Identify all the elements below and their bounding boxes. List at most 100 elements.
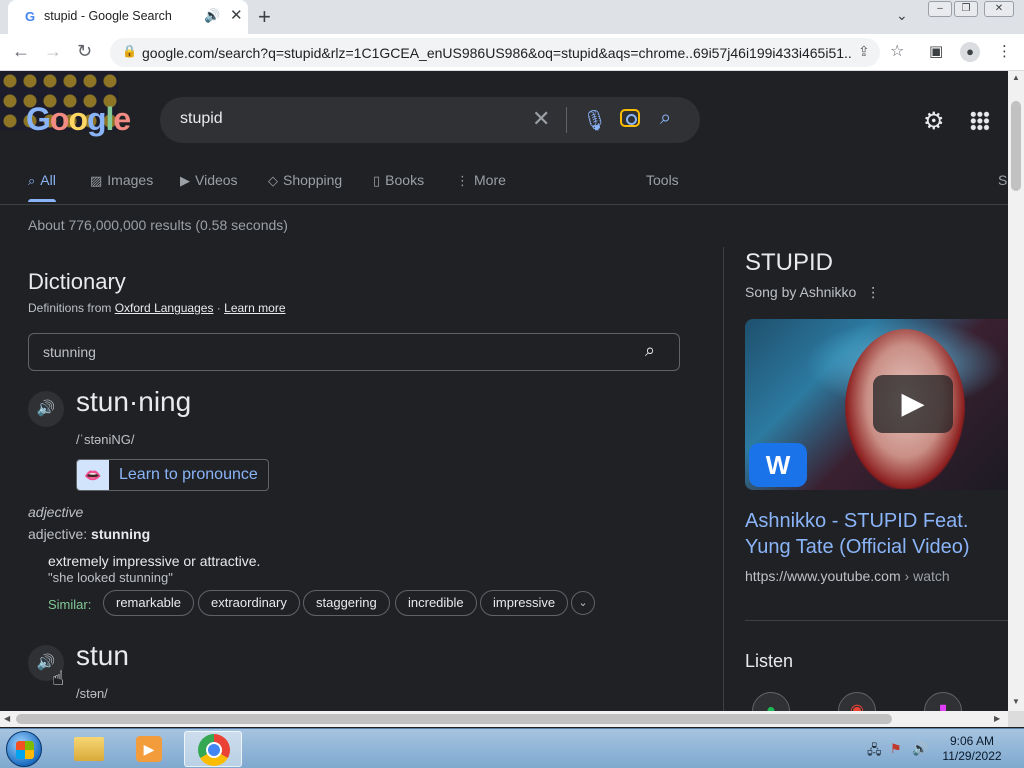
scroll-right-arrow-icon[interactable]: ▶ (994, 714, 1000, 723)
search-icon[interactable]: ⌕ (645, 340, 655, 361)
dictionary-word: stun·ning (76, 386, 192, 417)
vertical-scroll-thumb[interactable] (1011, 101, 1021, 191)
more-options-icon[interactable]: ⋮ (866, 284, 880, 300)
window-close-button[interactable]: ✕ (984, 1, 1014, 17)
chrome-menu-icon[interactable]: ⋮ (997, 42, 1012, 60)
google-lens-icon[interactable] (620, 109, 640, 127)
new-tab-button[interactable]: + (258, 4, 271, 30)
clock-date: 11/29/2022 (942, 749, 1002, 763)
tab-videos[interactable]: ▶ Videos (180, 172, 238, 189)
minimize-button[interactable]: – (928, 1, 952, 17)
clock-time: 9:06 AM (949, 734, 995, 748)
search-box[interactable]: stupid ✕ 🎙 ⌕ (160, 97, 700, 143)
knowledge-panel-subtitle: Song by Ashnikko ⋮ (745, 284, 881, 300)
google-favicon-icon: G (24, 9, 36, 24)
similar-chip[interactable]: staggering (303, 590, 390, 616)
learn-to-pronounce-label: Learn to pronounce (119, 466, 258, 483)
more-dots-icon: ⋮ (456, 173, 469, 188)
taskbar-chrome[interactable] (184, 731, 242, 767)
scrollbar-corner (1008, 711, 1024, 727)
tab-audio-icon[interactable]: 🔊 (204, 8, 220, 24)
search-icon[interactable]: ⌕ (660, 107, 671, 130)
spotify-icon[interactable]: ● (752, 692, 790, 711)
lips-icon: 👄 (77, 460, 109, 490)
panel-divider (723, 247, 724, 711)
bookmark-star-icon[interactable]: ☆ (890, 41, 904, 61)
tab-search-dropdown-icon[interactable]: ⌄ (896, 7, 908, 24)
tab-all[interactable]: ⌕ All (28, 172, 56, 202)
tab-more[interactable]: ⋮ More (456, 172, 506, 189)
url-text[interactable]: google.com/search?q=stupid&rlz=1C1GCEA_e… (142, 45, 852, 61)
oxford-languages-link[interactable]: Oxford Languages (115, 301, 214, 315)
video-thumbnail[interactable]: ▶ W (745, 319, 1008, 490)
scroll-down-arrow-icon[interactable]: ▼ (1012, 697, 1020, 706)
volume-icon[interactable]: 🔊 (912, 741, 928, 757)
taskbar-media-player[interactable]: ▶ (120, 731, 178, 767)
tab-images[interactable]: ▨ Images (90, 172, 153, 189)
mouse-cursor-icon: ☝ (52, 668, 65, 690)
clear-search-icon[interactable]: ✕ (532, 106, 550, 132)
panel-rule (745, 620, 1008, 621)
knowledge-panel-title: STUPID (745, 249, 834, 276)
expand-similar-chevron-icon[interactable]: ⌄ (571, 591, 595, 615)
similar-chip[interactable]: remarkable (103, 590, 195, 616)
tab-books[interactable]: ▯ Books (373, 172, 424, 189)
start-button[interactable] (6, 731, 42, 767)
horizontal-scrollbar[interactable]: ◀ ▶ (0, 711, 1008, 727)
media-player-icon: ▶ (136, 736, 162, 762)
address-bar[interactable]: 🔒 google.com/search?q=stupid&rlz=1C1GCEA… (110, 38, 904, 67)
google-apps-grid-icon[interactable] (970, 111, 990, 131)
network-icon[interactable]: 🖧 (867, 741, 882, 763)
chrome-icon (198, 734, 230, 766)
similar-chip[interactable]: extraordinary (198, 590, 300, 616)
dictionary-search-input[interactable]: stunning ⌕ (28, 333, 680, 371)
warner-music-logo-icon: W (749, 443, 807, 487)
tab-close-icon[interactable]: ✕ (230, 6, 243, 24)
videos-icon: ▶ (180, 173, 190, 188)
google-logo[interactable]: Google (26, 101, 131, 138)
side-panel-icon[interactable]: ▣ (929, 42, 943, 60)
video-source-url[interactable]: https://www.youtube.com › watch (745, 568, 950, 584)
pronounce-speaker-icon[interactable]: 🔊 (28, 391, 64, 427)
search-tabs: ⌕ All ▨ Images ▶ Videos ◇ Shopping ▯ Books ⋮ M… (0, 169, 1008, 205)
definition-text: extremely impressive or attractive. (48, 553, 261, 569)
lock-icon[interactable]: 🔒 (122, 44, 137, 58)
forward-button[interactable]: → (44, 41, 62, 62)
dictionary-search-value[interactable]: stunning (43, 344, 96, 360)
profile-avatar-icon[interactable]: ● (960, 42, 980, 62)
search-divider (566, 107, 567, 133)
horizontal-scroll-thumb[interactable] (16, 714, 892, 724)
taskbar-explorer[interactable] (60, 731, 118, 767)
shopping-tag-icon: ◇ (268, 173, 278, 188)
listen-heading: Listen (745, 651, 794, 671)
restore-button[interactable]: ❐ (954, 1, 978, 17)
windows-taskbar: ▶ 🖧 ⚑ 🔊 9:06 AM 11/29/2022 (0, 728, 1024, 768)
action-center-flag-icon[interactable]: ⚑ (890, 741, 902, 757)
system-clock[interactable]: 9:06 AM 11/29/2022 (932, 734, 1012, 764)
images-icon: ▨ (90, 173, 103, 188)
scroll-up-arrow-icon[interactable]: ▲ (1012, 73, 1020, 82)
dictionary-heading: Dictionary (28, 269, 126, 294)
youtube-music-icon[interactable]: ◉ (838, 692, 876, 711)
learn-more-link[interactable]: Learn more (224, 301, 285, 315)
learn-to-pronounce-button[interactable]: 👄 Learn to pronounce (76, 459, 269, 491)
tab-shopping[interactable]: ◇ Shopping (268, 172, 342, 189)
microphone-icon[interactable]: 🎙 (582, 108, 607, 133)
tools-button[interactable]: Tools (646, 172, 679, 188)
dictionary-source: Definitions from Oxford Languages · Lear… (28, 301, 286, 315)
similar-chip[interactable]: incredible (395, 590, 477, 616)
share-icon[interactable]: ⇪ (858, 43, 870, 60)
vertical-scrollbar[interactable]: ▲ ▼ (1008, 71, 1024, 711)
video-title-link[interactable]: Ashnikko - STUPID Feat. Yung Tate (Offic… (745, 508, 1008, 560)
safesearch-label-cut[interactable]: S (998, 172, 1007, 188)
settings-gear-icon[interactable]: ⚙ (923, 107, 945, 136)
back-button[interactable]: ← (12, 41, 30, 62)
similar-chip[interactable]: impressive (480, 590, 569, 616)
browser-tab[interactable]: G stupid - Google Search 🔊 ✕ (8, 0, 248, 34)
play-icon[interactable]: ▶ (873, 375, 953, 433)
scroll-left-arrow-icon[interactable]: ◀ (4, 714, 10, 723)
browser-toolbar: ← → ↻ 🔒 google.com/search?q=stupid&rlz=1… (0, 34, 1024, 71)
deezer-icon[interactable]: ▮ (924, 692, 962, 711)
reload-button[interactable]: ↻ (77, 41, 92, 62)
search-input[interactable]: stupid (180, 110, 223, 128)
